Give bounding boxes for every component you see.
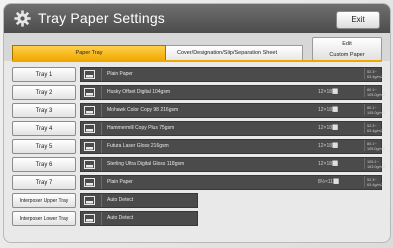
tray-button[interactable]: Tray 1 (12, 67, 76, 82)
tray-row: Tray 1 Plain Paper 52.3~ 63.4g/m2 (12, 67, 383, 82)
tray-paper-info[interactable]: Auto Detect (80, 211, 198, 226)
paper-name: Plain Paper (107, 179, 133, 185)
paper-tray-icon (84, 106, 95, 115)
paper-name: Husky Offset Digital 104gsm (107, 89, 170, 95)
paper-weight: 52.3~ 63.4g/m2 (364, 68, 383, 79)
tray-button[interactable]: Tray 5 (12, 139, 76, 154)
tray-button[interactable]: Interposer Lower Tray (12, 211, 76, 226)
divider (101, 140, 102, 153)
divider (101, 158, 102, 171)
tab-underline (12, 60, 382, 62)
tray-paper-info[interactable]: Auto Detect (80, 193, 198, 208)
paper-weight: 105.1~ 163.0g/m2 (364, 158, 385, 169)
tray-row: Tray 6 Sterling Ultra Digital Gloss 118g… (12, 157, 385, 172)
tray-row: Tray 5 Futura Laser Gloss 216gsm 12×18⬜ … (12, 139, 385, 154)
paper-name: Hammermill Copy Plus 75gsm (107, 125, 175, 131)
paper-tray-icon (84, 70, 95, 79)
tray-button[interactable]: Interposer Upper Tray (12, 193, 76, 208)
divider (101, 122, 102, 135)
paper-tray-icon (84, 124, 95, 133)
paper-name: Auto Detect (107, 215, 134, 221)
paper-name: Mohawk Color Copy 98 216gsm (107, 107, 179, 113)
tray-paper-info[interactable]: Futura Laser Gloss 216gsm 12×18⬜ 80.1~ 1… (80, 139, 385, 154)
edit-custom-paper-line2: Custom Paper (329, 52, 365, 58)
paper-size: 12×18⬜ (318, 107, 339, 113)
paper-tray-icon (84, 142, 95, 151)
divider (101, 68, 102, 81)
paper-tray-icon (84, 214, 95, 223)
tray-row: Interposer Lower Tray Auto Detect (12, 211, 382, 226)
tray-row: Interposer Upper Tray Auto Detect (12, 193, 382, 208)
paper-size: 12×18⬜ (318, 89, 339, 95)
paper-name: Futura Laser Gloss 216gsm (107, 143, 169, 149)
paper-size: 12×18⬜ (318, 161, 339, 167)
touch-screen: Tray Paper Settings Exit Cover/Designati… (4, 4, 390, 242)
tray-button[interactable]: Tray 4 (12, 121, 76, 136)
paper-weight: 52.3~ 63.4g/m2 (364, 122, 383, 133)
tab-bar: Cover/Designation/Slip/Separation Sheet … (4, 33, 390, 62)
paper-tray-icon (84, 196, 95, 205)
tray-row: Tray 7 Plain Paper 8½×11⬜ 52.3~ 63.4g/m2 (12, 175, 383, 190)
tray-paper-info[interactable]: Sterling Ultra Digital Gloss 118gsm 12×1… (80, 157, 385, 172)
tray-paper-info[interactable]: Plain Paper 52.3~ 63.4g/m2 (80, 67, 383, 82)
tray-paper-info[interactable]: Plain Paper 8½×11⬜ 52.3~ 63.4g/m2 (80, 175, 383, 190)
divider (101, 212, 102, 225)
paper-weight: 80.1~ 105.0g/m2 (364, 104, 385, 115)
edit-custom-paper-line1: Edit (342, 41, 352, 47)
device-frame: Tray Paper Settings Exit Cover/Designati… (0, 0, 393, 248)
exit-button[interactable]: Exit (336, 11, 380, 29)
paper-weight: 52.3~ 63.4g/m2 (364, 176, 383, 187)
tray-button[interactable]: Tray 7 (12, 175, 76, 190)
paper-tray-icon (84, 160, 95, 169)
tray-paper-info[interactable]: Hammermill Copy Plus 75gsm 12×18⬜ 52.3~ … (80, 121, 383, 136)
paper-name: Sterling Ultra Digital Gloss 118gsm (107, 161, 185, 167)
tray-paper-info[interactable]: Mohawk Color Copy 98 216gsm 12×18⬜ 80.1~… (80, 103, 385, 118)
tray-button[interactable]: Tray 2 (12, 85, 76, 100)
paper-tray-icon (84, 178, 95, 187)
tray-button[interactable]: Tray 3 (12, 103, 76, 118)
title-bar: Tray Paper Settings Exit (4, 4, 390, 33)
divider (101, 104, 102, 117)
tray-button[interactable]: Tray 6 (12, 157, 76, 172)
divider (101, 194, 102, 207)
paper-size: 12×18⬜ (318, 143, 339, 149)
divider (101, 86, 102, 99)
tray-row: Tray 2 Husky Offset Digital 104gsm 12×18… (12, 85, 385, 100)
paper-tray-icon (84, 88, 95, 97)
gear-icon (14, 10, 31, 27)
divider (101, 176, 102, 189)
paper-weight: 80.1~ 105.0g/m2 (364, 86, 385, 97)
paper-name: Auto Detect (107, 197, 134, 203)
page-title: Tray Paper Settings (38, 10, 166, 26)
tray-paper-info[interactable]: Husky Offset Digital 104gsm 12×18⬜ 80.1~… (80, 85, 385, 100)
tab-paper-tray[interactable]: Paper Tray (12, 45, 166, 61)
tray-row: Tray 4 Hammermill Copy Plus 75gsm 12×18⬜… (12, 121, 383, 136)
edit-custom-paper-button[interactable]: Edit Custom Paper (312, 37, 382, 61)
paper-size: 8½×11⬜ (318, 179, 340, 185)
paper-weight: 80.1~ 105.0g/m2 (364, 140, 385, 151)
paper-size: 12×18⬜ (318, 125, 339, 131)
paper-name: Plain Paper (107, 71, 133, 77)
tray-row: Tray 3 Mohawk Color Copy 98 216gsm 12×18… (12, 103, 385, 118)
